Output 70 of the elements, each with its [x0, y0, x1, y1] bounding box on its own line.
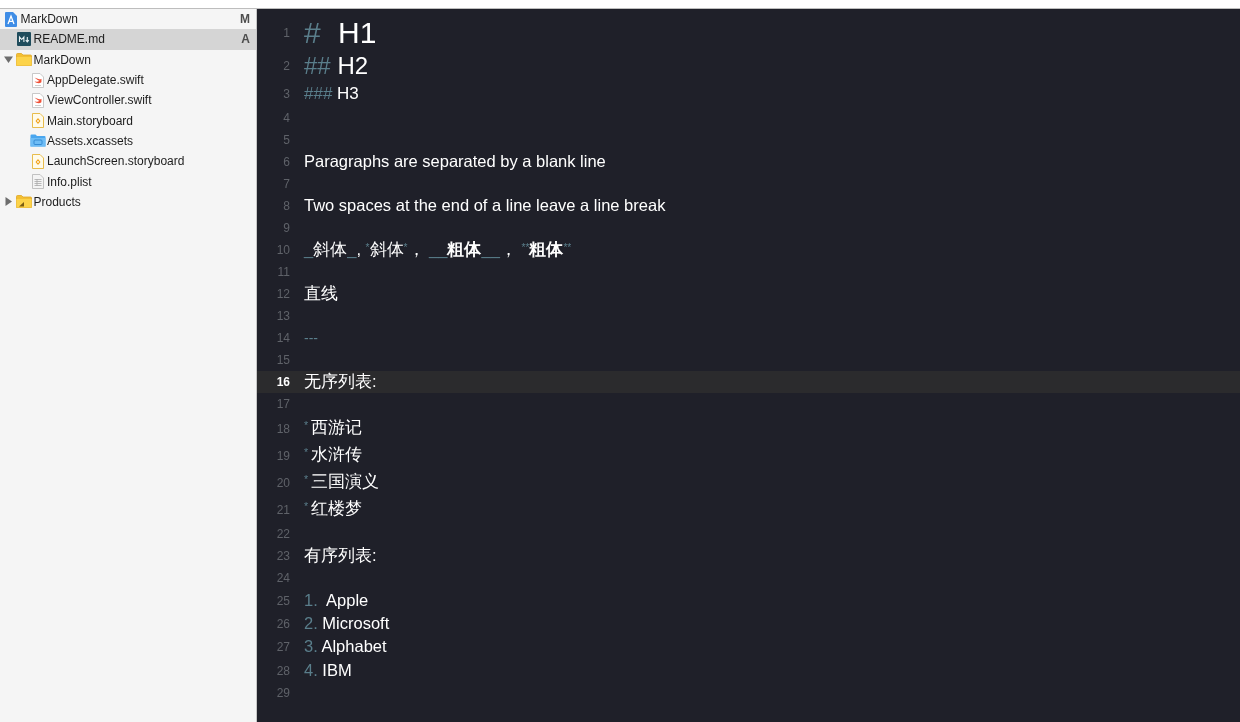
asset-folder-icon: [29, 134, 46, 148]
source-control-status: A: [241, 32, 250, 47]
rule-markup: ---: [304, 329, 318, 347]
heading-text: ### H3: [304, 83, 359, 105]
line-number: 11: [276, 265, 291, 279]
paragraph-text: Two spaces at the end of a line leave a line break: [304, 196, 666, 216]
swift-file-icon: [31, 92, 44, 108]
navigator-item[interactable]: Assets.xcassets: [0, 130, 256, 152]
line-number: 29: [275, 686, 291, 701]
line-number: 6: [282, 155, 291, 169]
navigator-item[interactable]: MarkDown M: [0, 9, 256, 30]
list-item-text: $^{*}$ 水浒传: [304, 445, 363, 466]
line-number: 28: [275, 663, 291, 678]
paragraph-text: _斜体_, $^{*}$斜体$^{*}$， __粗体__， $^{**}$粗体$^{**}$: [304, 240, 572, 260]
line-number: 13: [275, 309, 291, 323]
line-number: 10: [275, 243, 291, 257]
line-number: 12: [275, 287, 291, 301]
list-item-text: 4. IBM: [304, 660, 352, 681]
line-number: 22: [275, 527, 291, 541]
line-number: 19: [275, 448, 291, 463]
storyboard-file-icon: [31, 113, 44, 129]
navigator-item[interactable]: LaunchScreen.storyboard: [0, 151, 256, 172]
line-number: 16: [275, 375, 291, 389]
heading-text: # H1: [304, 15, 377, 51]
line-number: 17: [275, 397, 291, 411]
heading-text: ## H2: [304, 51, 369, 81]
navigator-item[interactable]: ViewController.swift: [0, 90, 256, 111]
line-number: 15: [275, 353, 291, 367]
paragraph-text: 无序列表:: [304, 372, 377, 392]
line-number: 26: [275, 616, 291, 631]
line-number: 8: [282, 199, 291, 213]
line-number: 2: [282, 59, 291, 73]
list-item-text: 3. Alphabet: [304, 637, 387, 658]
folder-icon: [16, 53, 32, 67]
line-number: 23: [275, 549, 291, 563]
navigator-item[interactable]: AppDelegate.swift: [0, 69, 256, 91]
list-item-text: $^{*}$ 三国演义: [304, 472, 380, 493]
line-number: 7: [282, 177, 291, 191]
line-number: 3: [282, 87, 291, 101]
line-number: 9: [282, 221, 291, 235]
list-item-text: 2. Microsoft: [304, 614, 390, 634]
disclosure-triangle-icon[interactable]: [4, 197, 13, 207]
line-number: 1: [282, 26, 291, 40]
swift-file-icon: [31, 72, 44, 88]
line-number: 14: [275, 331, 291, 345]
navigator-item[interactable]: Main.storyboard: [0, 110, 256, 131]
line-number: 4: [282, 111, 291, 125]
line-number: 25: [275, 593, 291, 608]
paragraph-text: Paragraphs are separated by a blank line: [304, 152, 606, 172]
list-item-text: 1. Apple: [304, 590, 369, 611]
navigator-item[interactable]: Info.plist: [0, 171, 256, 192]
navigator-item[interactable]: MarkDown: [0, 49, 256, 70]
navigator-item[interactable]: README.md A: [0, 29, 256, 50]
list-item-text: $^{*}$ 西游记: [304, 418, 363, 439]
paragraph-text: 直线: [304, 284, 338, 304]
list-item-text: $^{*}$ 红楼梦: [304, 499, 363, 520]
line-number: 18: [275, 421, 291, 436]
markdown-file-icon: [17, 32, 31, 47]
line-number: 20: [275, 475, 291, 490]
navigator-item[interactable]: Products: [0, 191, 256, 212]
paragraph-text: 有序列表:: [304, 546, 377, 566]
line-number: 27: [275, 640, 291, 655]
products-folder-icon: [16, 195, 32, 209]
line-number: 5: [282, 133, 291, 147]
storyboard-file-icon: [31, 153, 44, 169]
source-control-status: M: [240, 12, 250, 27]
line-number: 24: [275, 571, 291, 585]
disclosure-triangle-icon[interactable]: [4, 55, 13, 65]
line-number: 21: [275, 502, 291, 517]
plist-file-icon: [31, 174, 44, 189]
